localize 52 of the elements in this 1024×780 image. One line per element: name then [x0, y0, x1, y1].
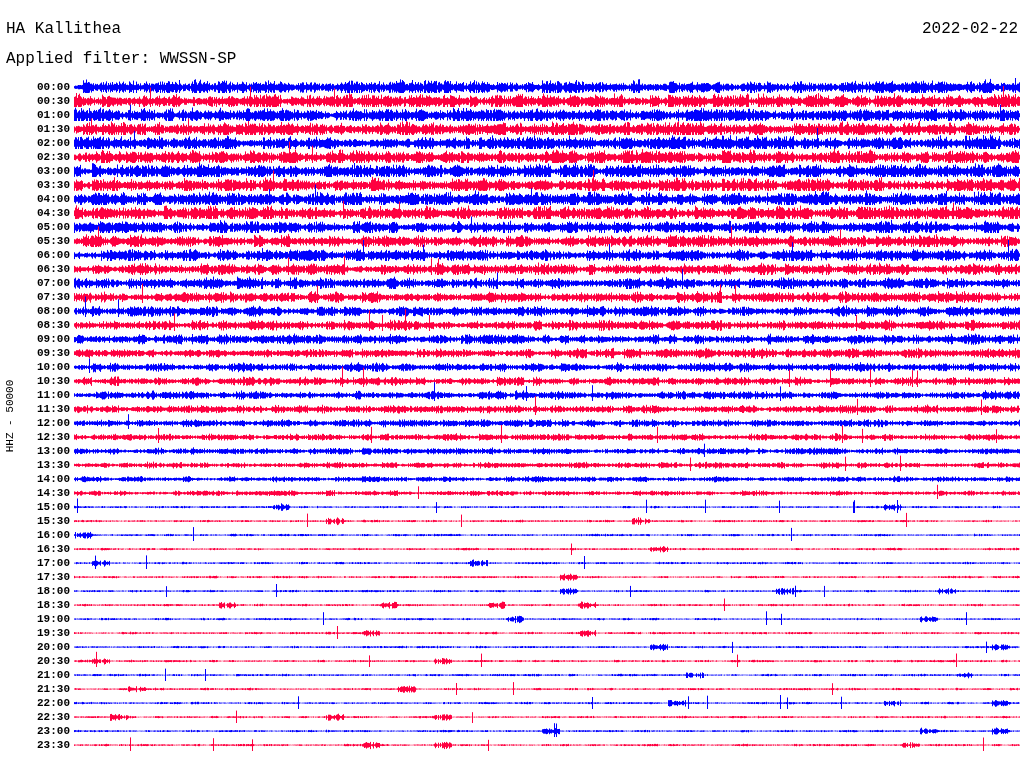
- time-label: 05:00: [37, 220, 70, 234]
- time-label: 18:00: [37, 584, 70, 598]
- time-label: 20:30: [37, 654, 70, 668]
- time-label: 19:30: [37, 626, 70, 640]
- time-label: 16:00: [37, 528, 70, 542]
- time-label: 00:30: [37, 94, 70, 108]
- time-label: 00:00: [37, 80, 70, 94]
- time-label: 23:00: [37, 724, 70, 738]
- time-label: 03:30: [37, 178, 70, 192]
- time-label: 15:30: [37, 514, 70, 528]
- time-label: 04:00: [37, 192, 70, 206]
- time-label: 17:00: [37, 556, 70, 570]
- time-label: 10:30: [37, 374, 70, 388]
- time-label: 22:00: [37, 696, 70, 710]
- time-label: 22:30: [37, 710, 70, 724]
- station-title: HA Kallithea: [6, 20, 122, 38]
- time-label: 19:00: [37, 612, 70, 626]
- time-label: 09:30: [37, 346, 70, 360]
- time-label: 12:00: [37, 416, 70, 430]
- time-label: 16:30: [37, 542, 70, 556]
- time-label: 21:30: [37, 682, 70, 696]
- time-label: 21:00: [37, 668, 70, 682]
- time-label: 17:30: [37, 570, 70, 584]
- time-label: 13:30: [37, 458, 70, 472]
- time-label: 08:00: [37, 304, 70, 318]
- time-label: 06:30: [37, 262, 70, 276]
- time-label: 18:30: [37, 598, 70, 612]
- time-label: 04:30: [37, 206, 70, 220]
- time-label: 07:00: [37, 276, 70, 290]
- time-label: 13:00: [37, 444, 70, 458]
- time-label: 02:00: [37, 136, 70, 150]
- date-label: 2022-02-22: [922, 20, 1018, 38]
- time-label: 20:00: [37, 640, 70, 654]
- time-label: 14:00: [37, 472, 70, 486]
- time-label: 01:30: [37, 122, 70, 136]
- time-label: 14:30: [37, 486, 70, 500]
- time-label: 07:30: [37, 290, 70, 304]
- time-label: 11:00: [37, 388, 70, 402]
- time-label: 06:00: [37, 248, 70, 262]
- time-label: 02:30: [37, 150, 70, 164]
- time-label: 12:30: [37, 430, 70, 444]
- time-label: 03:00: [37, 164, 70, 178]
- filter-label: Applied filter: WWSSN-SP: [6, 49, 237, 68]
- time-label: 01:00: [37, 108, 70, 122]
- time-label: 11:30: [37, 402, 70, 416]
- time-label: 09:00: [37, 332, 70, 346]
- time-label: 05:30: [37, 234, 70, 248]
- time-label: 10:00: [37, 360, 70, 374]
- channel-label: HHZ - 50000: [4, 379, 16, 453]
- time-label: 23:30: [37, 738, 70, 752]
- time-label: 15:00: [37, 500, 70, 514]
- time-label: 08:30: [37, 318, 70, 332]
